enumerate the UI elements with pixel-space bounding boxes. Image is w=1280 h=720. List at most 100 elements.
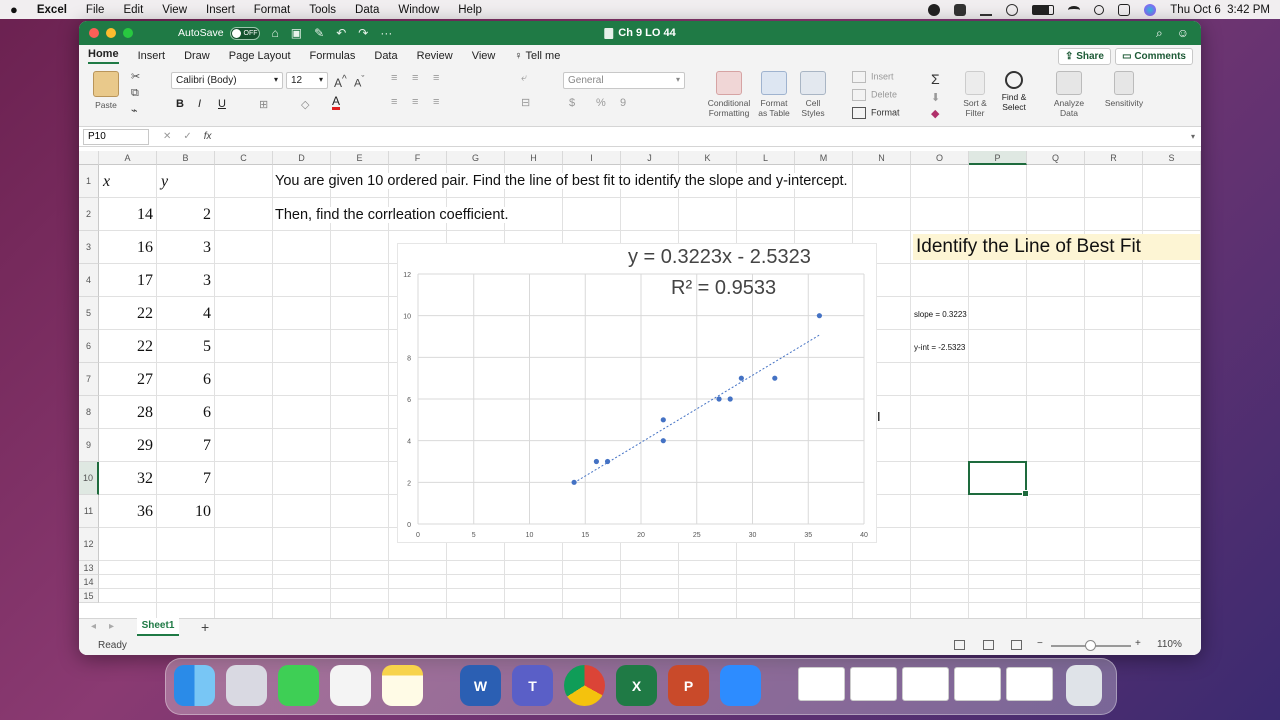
row-header-6[interactable]: 6 — [79, 330, 99, 363]
siri-icon[interactable] — [1144, 3, 1157, 16]
reminders-icon[interactable] — [330, 665, 371, 706]
align-top-icon[interactable]: ≡ — [391, 72, 397, 84]
align-middle-icon[interactable]: ≡ — [412, 72, 418, 84]
row-header-8[interactable]: 8 — [79, 396, 99, 429]
header-y-cell[interactable]: y — [161, 173, 211, 191]
tab-review[interactable]: Review — [417, 50, 453, 62]
menubar-clock[interactable]: Thu Oct 6 3:42 PM — [1170, 4, 1270, 16]
insert-cells-button[interactable]: Insert — [852, 71, 894, 83]
sheet-tab-sheet1[interactable]: Sheet1 — [137, 618, 179, 636]
expand-formula-icon[interactable]: ▾ — [1191, 132, 1195, 141]
menu-window[interactable]: Window — [398, 4, 439, 16]
zoom-icon[interactable] — [720, 665, 761, 706]
word-icon[interactable]: W — [460, 665, 501, 706]
font-name-select[interactable]: Calibri (Body) ▾ — [171, 72, 283, 89]
zoom-slider-thumb[interactable] — [1085, 640, 1096, 651]
row-header-4[interactable]: 4 — [79, 264, 99, 297]
borders-icon[interactable]: ⊞ — [259, 98, 268, 111]
row-header-2[interactable]: 2 — [79, 198, 99, 231]
trash-icon[interactable] — [1066, 665, 1102, 706]
battery-icon[interactable] — [1032, 4, 1055, 15]
insert-function-icon[interactable]: fx — [204, 131, 212, 142]
tab-view[interactable]: View — [472, 50, 496, 62]
home-icon[interactable]: ⌂ — [272, 26, 279, 40]
currency-icon[interactable]: $ — [569, 97, 575, 109]
menu-help[interactable]: Help — [458, 4, 482, 16]
globe-icon[interactable] — [1006, 3, 1019, 16]
close-window-button[interactable] — [89, 28, 99, 38]
row-header-15[interactable]: 15 — [79, 589, 99, 603]
italic-button[interactable]: I — [198, 98, 201, 110]
y-value-cell[interactable]: 6 — [157, 404, 211, 422]
column-header-b[interactable]: B — [157, 151, 215, 165]
y-value-cell[interactable]: 5 — [157, 338, 211, 356]
column-header-r[interactable]: R — [1085, 151, 1143, 165]
format-cells-button[interactable]: Format — [852, 107, 900, 119]
column-header-m[interactable]: M — [795, 151, 853, 165]
y-value-cell[interactable]: 4 — [157, 305, 211, 323]
row-header-11[interactable]: 11 — [79, 495, 99, 528]
x-value-cell[interactable]: 22 — [99, 305, 153, 323]
zoom-window-button[interactable] — [123, 28, 133, 38]
enter-formula-icon[interactable]: ✓ — [183, 131, 191, 142]
x-value-cell[interactable]: 14 — [99, 206, 153, 224]
column-header-h[interactable]: H — [505, 151, 563, 165]
selected-cell-p10[interactable] — [968, 461, 1029, 497]
conditional-formatting-button[interactable]: Conditional Formatting — [703, 71, 755, 118]
column-header-p[interactable]: P — [969, 151, 1027, 165]
name-box[interactable]: P10 — [83, 128, 149, 145]
more-icon[interactable]: ··· — [380, 26, 392, 40]
notes-icon[interactable] — [382, 665, 423, 706]
autosave-toggle[interactable]: OFF — [229, 26, 260, 40]
column-header-e[interactable]: E — [331, 151, 389, 165]
column-header-s[interactable]: S — [1143, 151, 1201, 165]
x-value-cell[interactable]: 17 — [99, 272, 153, 290]
prev-sheet-icon[interactable]: ◂ — [91, 621, 96, 632]
window-thumbnail[interactable] — [1006, 667, 1053, 701]
scatter-chart[interactable]: 0 5 10 15 20 25 30 35 40 0 2 4 6 8 10 12 y = 0.3223x - 2… — [397, 243, 877, 543]
paste-button[interactable]: Paste — [89, 71, 123, 110]
sort-filter-button[interactable]: Sort & Filter — [959, 71, 991, 118]
x-value-cell[interactable]: 29 — [99, 437, 153, 455]
comments-button[interactable]: ▭ Comments — [1115, 48, 1193, 65]
menu-tools[interactable]: Tools — [309, 4, 336, 16]
y-value-cell[interactable]: 2 — [157, 206, 211, 224]
percent-icon[interactable]: % — [596, 97, 606, 109]
page-break-view-icon[interactable] — [1011, 640, 1022, 650]
row-header-10[interactable]: 10 — [79, 462, 99, 495]
x-value-cell[interactable]: 16 — [99, 239, 153, 257]
messages-icon[interactable] — [278, 665, 319, 706]
minimize-window-button[interactable] — [106, 28, 116, 38]
formula-input[interactable] — [212, 129, 1191, 145]
window-thumbnail[interactable] — [798, 667, 845, 701]
undo-icon[interactable]: ↶ — [336, 26, 346, 40]
instruction-text[interactable]: You are given 10 ordered pair. Find the … — [275, 173, 852, 189]
zoom-level[interactable]: 110% — [1157, 639, 1182, 650]
instruction-text[interactable]: Then, find the corrleation coefficient. — [275, 207, 513, 223]
column-header-q[interactable]: Q — [1027, 151, 1085, 165]
font-size-select[interactable]: 12 ▾ — [286, 72, 328, 89]
spotlight-icon[interactable] — [1094, 4, 1105, 15]
yint-note[interactable]: y-int = -2.5323 — [914, 343, 965, 352]
menu-insert[interactable]: Insert — [206, 4, 235, 16]
y-value-cell[interactable]: 10 — [157, 503, 211, 521]
y-value-cell[interactable]: 7 — [157, 437, 211, 455]
y-value-cell[interactable]: 7 — [157, 470, 211, 488]
apple-icon[interactable]: ● — [10, 2, 18, 17]
search-icon[interactable]: ⌕ — [1156, 26, 1163, 41]
y-value-cell[interactable]: 3 — [157, 239, 211, 257]
underline-button[interactable]: U — [218, 98, 226, 110]
comma-icon[interactable]: 9 — [620, 97, 626, 109]
align-left-icon[interactable]: ≡ — [391, 96, 397, 108]
column-header-c[interactable]: C — [215, 151, 273, 165]
tab-formulas[interactable]: Formulas — [310, 50, 356, 62]
redo-icon[interactable]: ↷ — [358, 26, 368, 40]
x-value-cell[interactable]: 28 — [99, 404, 153, 422]
cell-styles-button[interactable]: Cell Styles — [795, 71, 831, 118]
increase-font-icon[interactable]: A^ — [334, 74, 347, 90]
slope-note[interactable]: slope = 0.3223 — [914, 310, 967, 319]
menu-edit[interactable]: Edit — [123, 4, 143, 16]
status-icon[interactable] — [928, 3, 941, 16]
share-button[interactable]: ⇪ Share — [1058, 48, 1111, 65]
row-header-5[interactable]: 5 — [79, 297, 99, 330]
